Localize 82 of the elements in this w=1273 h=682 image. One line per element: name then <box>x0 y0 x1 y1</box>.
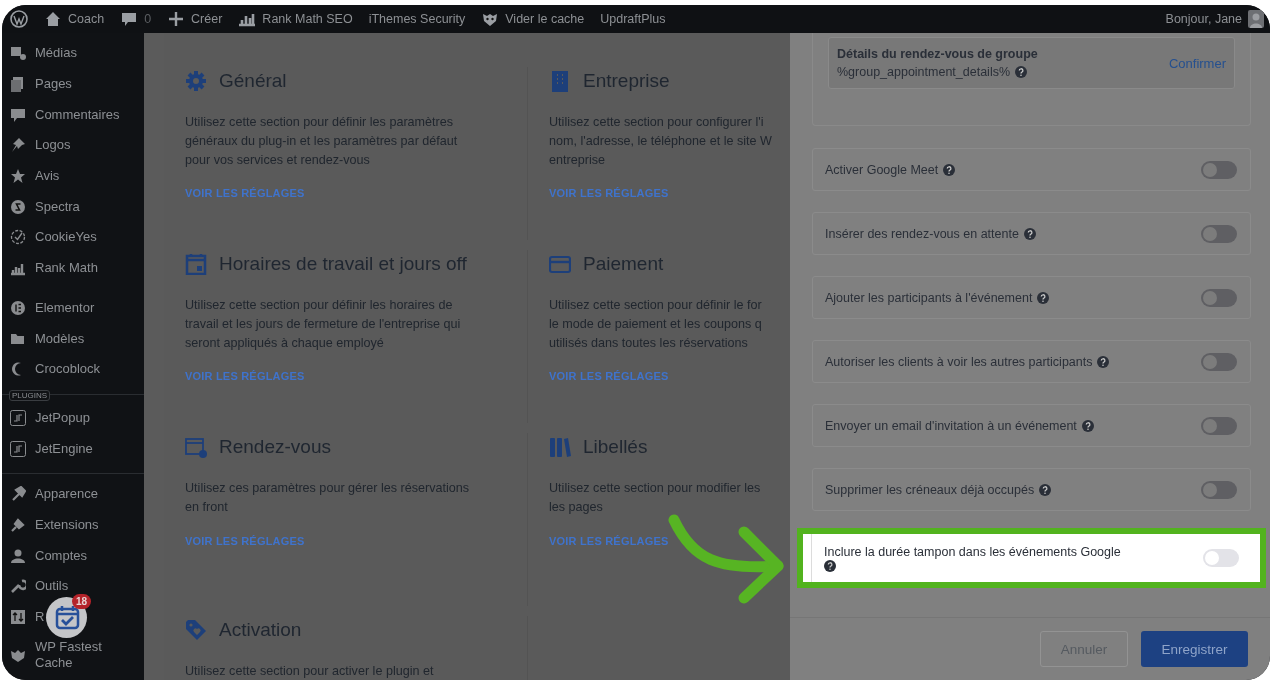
sidebar-item[interactable]: Comptes <box>2 547 94 565</box>
toggle-switch[interactable] <box>1201 352 1237 371</box>
section-title: Paiement <box>583 253 664 275</box>
tag-heart-icon <box>185 619 207 641</box>
sidebar-item[interactable]: Médias <box>2 44 83 62</box>
help-icon <box>943 163 956 176</box>
setting-label: Activer Google Meet <box>825 162 939 177</box>
section-description: Utilisez cette section pour activer le plugin et <box>185 663 435 680</box>
section-title: Activation <box>219 619 302 641</box>
calendar-icon <box>185 253 207 275</box>
arrows-icon <box>10 609 26 626</box>
toggle-switch[interactable] <box>1201 160 1237 179</box>
sidebar-item[interactable]: Extensions <box>2 516 105 534</box>
speech-bubble-icon <box>10 106 26 123</box>
sidebar-item[interactable]: Modèles <box>2 330 91 348</box>
save-button[interactable]: Enregistrer <box>1141 631 1248 667</box>
setting-label: Insérer des rendez-vous en attente <box>825 226 1019 241</box>
section-label: PLUGINS <box>9 389 51 401</box>
wordpress-logo-icon[interactable] <box>10 10 28 28</box>
calendar-clock-icon <box>185 436 207 458</box>
star-icon <box>10 168 26 185</box>
toolbar-link[interactable]: Rank Math SEO <box>238 10 353 28</box>
help-icon <box>1081 419 1094 432</box>
animal-head-icon <box>10 647 26 664</box>
template-token: %group_appointment_details% <box>837 65 1011 79</box>
greeting-text: Bonjour, Jane <box>1165 12 1242 26</box>
help-icon <box>1037 291 1050 304</box>
sidebar-item[interactable]: Elementor <box>2 299 101 317</box>
help-icon <box>1015 66 1028 78</box>
template-title: Détails du rendez-vous de groupe <box>837 47 1038 61</box>
help-icon <box>1039 483 1052 496</box>
sidebar-item[interactable]: Spectra <box>2 198 86 216</box>
credit-card-icon <box>549 253 571 275</box>
sidebar-item[interactable]: Rank Math <box>2 259 104 277</box>
user-icon <box>10 547 26 564</box>
sidebar-item[interactable]: Avis <box>2 167 66 185</box>
toolbar-link[interactable]: Vider le cache <box>481 10 585 28</box>
sidebar-item[interactable]: WP Fastest Cache <box>2 639 108 672</box>
toggle-switch[interactable] <box>1201 224 1237 243</box>
section-title: Libellés <box>583 436 648 458</box>
sidebar-item[interactable]: Apparence <box>2 485 104 503</box>
setting-label: Envoyer un email d'invitation à un événement <box>825 418 1077 433</box>
sidebar-item[interactable]: JetEngine <box>2 440 99 458</box>
setting-label: Inclure la durée tampon dans les événements Google <box>824 544 1121 559</box>
sidebar-item[interactable]: Logos <box>2 136 77 154</box>
cookie-check-icon <box>10 229 26 246</box>
building-icon <box>549 70 571 92</box>
section-description: Utilisez cette section pour modifier les les pages <box>549 480 762 516</box>
toggle-switch[interactable] <box>1203 549 1239 567</box>
toolbar-link[interactable]: UpdraftPlus <box>600 12 666 26</box>
home-icon <box>44 10 62 28</box>
books-icon <box>549 436 571 458</box>
toggle-switch[interactable] <box>1201 416 1237 435</box>
plus-icon <box>167 10 186 28</box>
sidebar-item[interactable]: CookieYes <box>2 228 103 246</box>
setting-label: Ajouter les participants à l'événement <box>825 290 1033 305</box>
section-title: Entreprise <box>583 70 670 92</box>
section-description: Utilisez cette section pour définir les paramètres généraux du plug-in et les paramètres par défaut pour vos services et rendez-vous <box>185 114 459 169</box>
setting-label: Supprimer les créneaux déjà occupés <box>825 482 1035 497</box>
media-icon <box>10 45 26 62</box>
section-title: Général <box>219 70 287 92</box>
toolbar-link[interactable]: Créer <box>167 10 223 28</box>
section-title: Horaires de travail et jours off <box>219 253 467 275</box>
avatar-icon <box>1248 10 1264 28</box>
sidebar-item[interactable]: Pages <box>2 75 78 93</box>
sidebar-item[interactable]: Crocoblock <box>2 360 107 378</box>
toolbar-link[interactable]: Coach <box>44 10 105 28</box>
sidebar-item[interactable]: Outils <box>2 577 75 595</box>
toolbar-link[interactable]: iThemes Security <box>368 12 466 26</box>
help-icon <box>824 559 836 572</box>
toggle-switch[interactable] <box>1201 480 1237 499</box>
help-icon <box>1023 227 1036 240</box>
sidebar-item[interactable]: Commentaires <box>2 106 126 124</box>
pages-icon <box>10 76 26 93</box>
setting-label: Autoriser les clients à voir les autres participants <box>825 354 1093 369</box>
sidebar-item[interactable]: JetPopup <box>2 409 96 427</box>
toggle-switch[interactable] <box>1201 288 1237 307</box>
speech-bubble-icon <box>120 10 139 28</box>
gear-icon <box>185 70 207 92</box>
section-description: Utilisez cette section pour configurer l'i nom, l'adresse, le téléphone et le site W entreprise <box>549 114 773 169</box>
section-title: Rendez-vous <box>219 436 331 458</box>
help-icon <box>1097 355 1110 368</box>
